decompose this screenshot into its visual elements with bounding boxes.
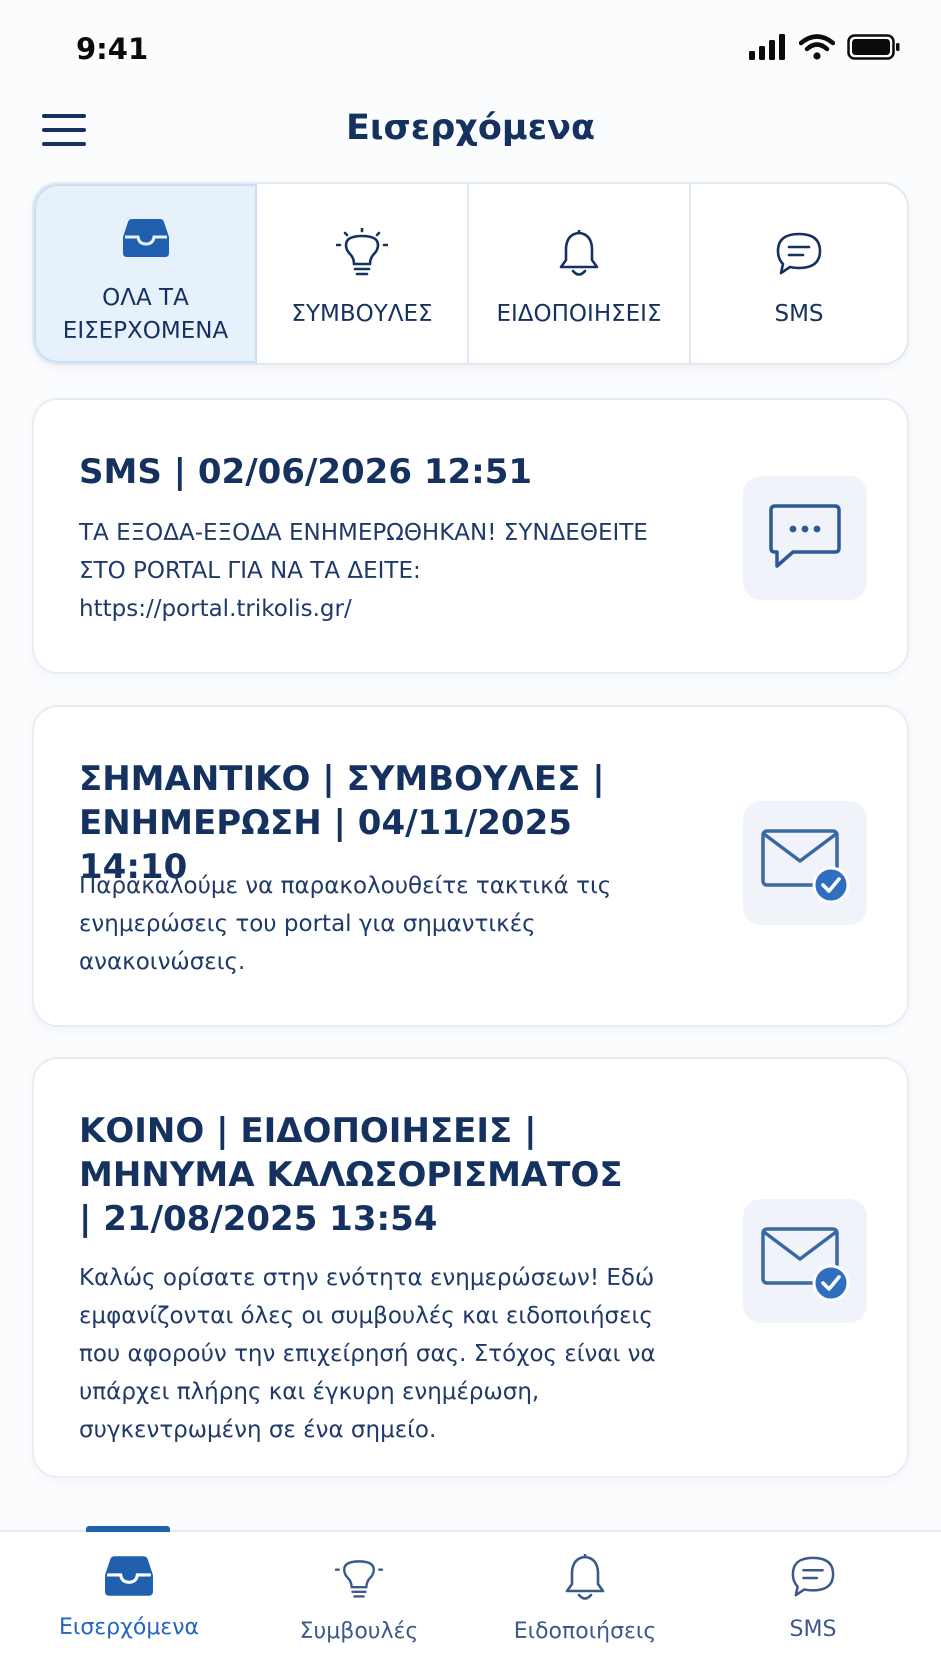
tab-advice[interactable]: ΣΥΜΒΟΥΛΕΣ [257, 184, 469, 363]
message-body: Παρακαλούμε να παρακολουθείτε τακτικά τι… [79, 873, 612, 975]
nav-label: SMS [789, 1617, 837, 1642]
tab-sms[interactable]: SMS [691, 184, 907, 363]
tab-label: ΟΛΑ ΤΑ ΕΙΣΕΡΧΟΜΕΝΑ [62, 284, 229, 344]
tab-label: ΕΙΔΟΠΟΙΗΣΕΙΣ [496, 301, 662, 327]
chat-icon [790, 1554, 836, 1605]
message-title: ΚΟΙΝΟ | ΕΙΔΟΠΟΙΗΣΕΙΣ | ΜΗΝΥΜΑ ΚΑΛΩΣΟΡΙΣΜ… [79, 1111, 623, 1239]
status-icons [749, 34, 901, 65]
nav-inbox[interactable]: Εισερχόμενα [24, 1554, 234, 1640]
inbox-icon [122, 208, 170, 268]
lightbulb-icon [336, 224, 388, 284]
status-bar: 9:41 [0, 0, 941, 100]
app-header: Εισερχόμενα [0, 100, 941, 180]
bottom-navigation: Εισερχόμενα Συμβουλές Ειδοποιήσεις SMS [0, 1526, 941, 1672]
inbox-icon [104, 1554, 154, 1603]
nav-advice[interactable]: Συμβουλές [254, 1554, 464, 1644]
mail-read-icon [743, 1199, 867, 1323]
mail-read-icon [743, 801, 867, 925]
message-body: Καλώς ορίσατε στην ενότητα ενημερώσεων! … [79, 1265, 656, 1443]
wifi-icon [798, 34, 836, 65]
nav-sms[interactable]: SMS [708, 1554, 918, 1642]
filter-tabs: ΟΛΑ ΤΑ ΕΙΣΕΡΧΟΜΕΝΑ ΣΥΜΒΟΥΛΕΣ ΕΙΔΟΠΟΙΗΣΕΙ… [32, 182, 909, 365]
tab-all-inbox[interactable]: ΟΛΑ ΤΑ ΕΙΣΕΡΧΟΜΕΝΑ [34, 184, 257, 363]
nav-notifications[interactable]: Ειδοποιήσεις [480, 1552, 690, 1644]
sms-bubble-icon [743, 476, 867, 600]
nav-label: Εισερχόμενα [59, 1615, 199, 1640]
chat-icon [775, 224, 823, 284]
message-card[interactable]: ΣΗΜΑΝΤΙΚΟ | ΣΥΜΒΟΥΛΕΣ | ΕΝΗΜΕΡΩΣΗ | 04/1… [32, 705, 909, 1027]
nav-label: Ειδοποιήσεις [513, 1619, 657, 1644]
battery-icon [847, 34, 901, 65]
message-body: ΤΑ ΕΞΟΔΑ-ΕΞΟΔΑ ΕΝΗΜΕΡΩΘΗΚΑΝ! ΣΥΝΔΕΘΕΙΤΕ … [79, 520, 648, 622]
active-tab-indicator [86, 1526, 170, 1532]
nav-label: Συμβουλές [299, 1619, 419, 1644]
cellular-signal-icon [749, 34, 787, 65]
page-title: Εισερχόμενα [345, 108, 596, 148]
bell-icon [557, 224, 601, 284]
tab-label: SMS [774, 301, 824, 327]
tab-label: ΣΥΜΒΟΥΛΕΣ [291, 301, 433, 327]
message-title: SMS | 02/06/2026 12:51 [79, 452, 533, 492]
lightbulb-icon [334, 1554, 384, 1607]
bell-icon [563, 1552, 607, 1607]
status-time: 9:41 [76, 32, 149, 66]
message-card[interactable]: SMS | 02/06/2026 12:51 ΤΑ ΕΞΟΔΑ-ΕΞΟΔΑ ΕΝ… [32, 398, 909, 674]
message-card[interactable]: ΚΟΙΝΟ | ΕΙΔΟΠΟΙΗΣΕΙΣ | ΜΗΝΥΜΑ ΚΑΛΩΣΟΡΙΣΜ… [32, 1057, 909, 1478]
tab-notifications[interactable]: ΕΙΔΟΠΟΙΗΣΕΙΣ [469, 184, 691, 363]
